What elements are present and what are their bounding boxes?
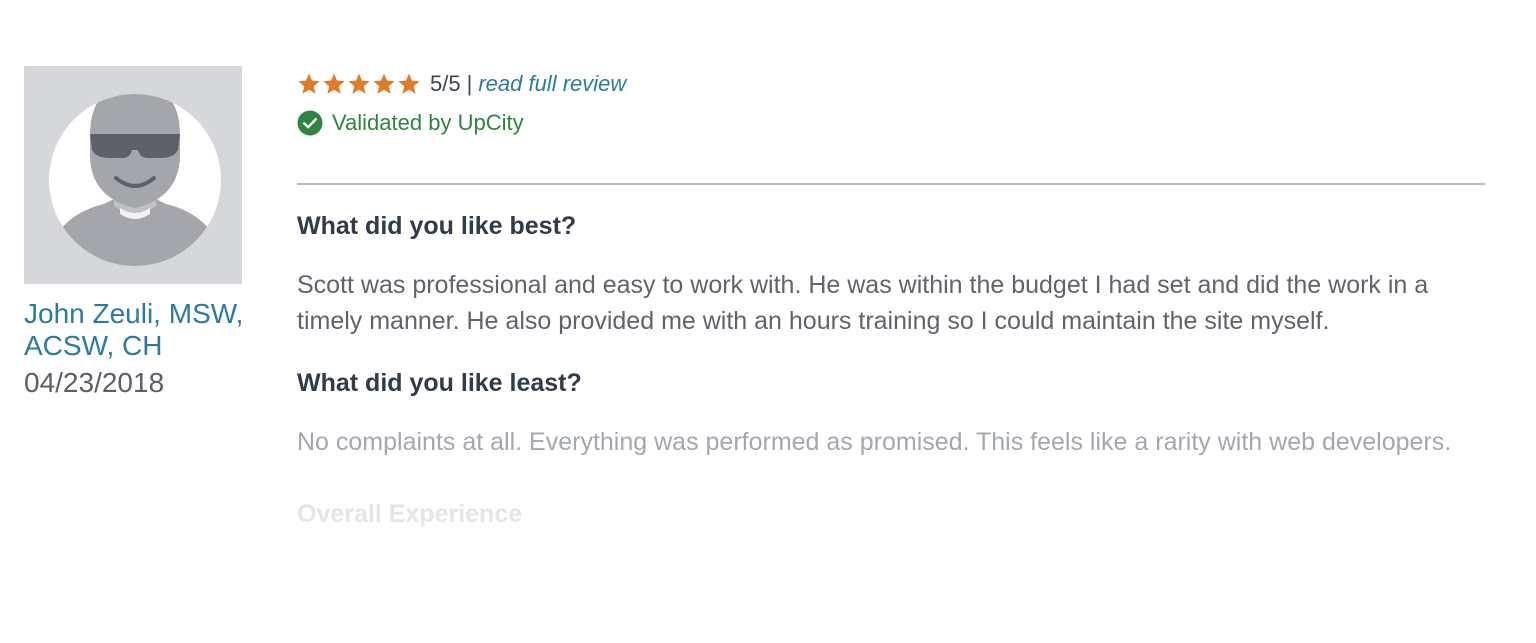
reviewer-panel: John Zeuli, MSW, ACSW, CH 04/23/2018 xyxy=(24,66,254,400)
review-card: John Zeuli, MSW, ACSW, CH 04/23/2018 5/5… xyxy=(0,0,1536,643)
reviewer-name[interactable]: John Zeuli, MSW, ACSW, CH xyxy=(24,298,254,362)
review-content: 5/5 | read full review Validated by UpCi… xyxy=(297,66,1487,529)
star-icon xyxy=(298,73,320,94)
person-silhouette-sunglasses-icon xyxy=(49,94,221,266)
question-like-best: What did you like best? xyxy=(297,212,577,240)
divider xyxy=(297,183,1485,185)
review-date: 04/23/2018 xyxy=(24,367,165,398)
read-full-review-link[interactable]: read full review xyxy=(478,71,626,97)
validated-badge: Validated by UpCity xyxy=(297,108,1487,138)
question-overall-experience: Overall Experience xyxy=(297,500,523,528)
star-icon xyxy=(398,73,420,94)
validated-text: Validated by UpCity xyxy=(332,110,524,135)
star-icon xyxy=(373,73,395,94)
rating-row: 5/5 | read full review xyxy=(297,66,1487,102)
star-rating xyxy=(297,72,422,96)
answer-like-least: No complaints at all. Everything was per… xyxy=(297,428,1452,456)
rating-score: 5/5 xyxy=(430,71,461,96)
check-circle-icon xyxy=(297,110,323,136)
rating-separator: | xyxy=(466,71,473,96)
star-icon xyxy=(348,73,370,94)
avatar xyxy=(24,66,242,284)
question-like-least: What did you like least? xyxy=(297,369,582,397)
answer-like-best: Scott was professional and easy to work … xyxy=(297,271,1429,335)
star-icon xyxy=(323,73,345,94)
